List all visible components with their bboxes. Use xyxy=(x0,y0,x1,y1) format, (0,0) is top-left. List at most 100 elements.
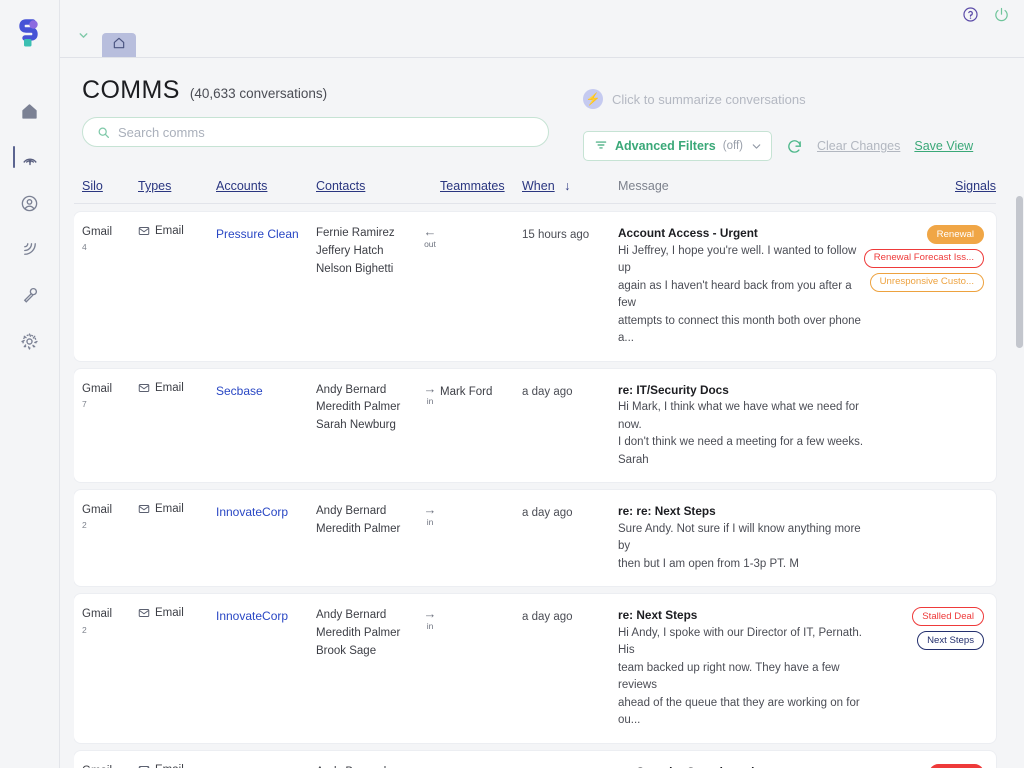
when-label: a day ago xyxy=(522,386,573,398)
home-icon xyxy=(112,36,126,55)
table-row[interactable]: Gmail 4 Email Pressure Clean Fernie Rami… xyxy=(74,212,996,361)
tab-home[interactable] xyxy=(102,33,136,57)
signal-badge[interactable]: Renewal Forecast Iss... xyxy=(864,249,984,268)
silo-name: Gmail xyxy=(82,764,138,768)
sidebar-item-tools[interactable] xyxy=(0,272,60,318)
controls-row: ⚡ Click to summarize conversations Advan… xyxy=(74,105,1010,161)
column-header-accounts[interactable]: Accounts xyxy=(216,179,267,193)
cell-contacts: Andy BernardBrook SageMeredith Palmer xyxy=(316,764,420,768)
when-label: a day ago xyxy=(522,507,573,519)
contact-name: Sarah Newburg xyxy=(316,417,420,435)
cell-direction: → in xyxy=(420,503,440,527)
sidebar-item-home[interactable] xyxy=(0,88,60,134)
direction-label: in xyxy=(427,396,434,406)
cell-silo: Gmail 2 xyxy=(82,607,138,634)
user-circle-icon xyxy=(20,194,39,213)
cell-contacts: Fernie RamirezJeffery HatchNelson Bighet… xyxy=(316,225,420,278)
account-link[interactable]: InnovateCorp xyxy=(216,505,288,519)
filter-actions: Advanced Filters (off) xyxy=(583,131,973,161)
cell-direction: ← out xyxy=(420,764,440,768)
cell-signals: Renewal Renewal Forecast Iss... Unresponsi… xyxy=(864,225,984,292)
silo-name: Gmail xyxy=(82,503,138,517)
column-header-when[interactable]: When xyxy=(522,179,555,193)
cell-direction: → in xyxy=(420,382,440,406)
tab-collapse-chevron[interactable] xyxy=(70,23,96,53)
table-row[interactable]: Gmail 2 Email InnovateCorp Andy BernardM… xyxy=(74,594,996,743)
direction-arrow-icon: → xyxy=(424,503,437,516)
message-subject: re: Next Steps xyxy=(618,607,864,625)
column-header-signals[interactable]: Signals xyxy=(955,179,996,193)
comms-page: COMMS (40,633 conversations) ⚡ xyxy=(60,58,1024,768)
app-logo[interactable] xyxy=(13,18,47,52)
home-icon xyxy=(20,102,39,121)
chevron-down-icon[interactable] xyxy=(750,140,763,153)
list-scrollbar[interactable] xyxy=(1015,196,1023,768)
wrench-icon xyxy=(21,286,39,304)
cell-account: Pressure Clean xyxy=(216,225,316,243)
contact-name: Andy Bernard xyxy=(316,382,420,400)
cell-silo: Gmail 4 xyxy=(82,225,138,252)
cell-types: Email xyxy=(138,225,216,237)
table-row[interactable]: Gmail 7 Email Secbase Andy BernardMeredi… xyxy=(74,369,996,483)
cell-when: a day ago xyxy=(522,503,618,521)
refresh-icon[interactable] xyxy=(786,138,803,155)
signal-badge[interactable]: Next Steps xyxy=(917,631,984,650)
cell-contacts: Andy BernardMeredith PalmerSarah Newburg xyxy=(316,382,420,435)
cell-types: Email xyxy=(138,503,216,515)
signal-badge[interactable]: Security xyxy=(929,764,984,768)
cell-contacts: Andy BernardMeredith PalmerBrook Sage xyxy=(316,607,420,660)
cell-signals: Stalled Deal Next Steps xyxy=(864,607,984,650)
top-bar-actions xyxy=(962,6,1010,28)
message-subject: Account Access - Urgent xyxy=(618,225,864,243)
signal-badge[interactable]: Renewal xyxy=(927,225,984,244)
cell-types: Email xyxy=(138,764,216,768)
column-header-teammates[interactable]: Teammates xyxy=(440,179,505,193)
silo-count: 2 xyxy=(82,625,138,635)
signal-badge[interactable]: Unresponsive Custo... xyxy=(870,273,984,292)
sort-descending-icon[interactable]: ↓ xyxy=(564,179,570,193)
table-row[interactable]: Gmail 2 Email InnovateCorp Andy BernardB… xyxy=(74,751,996,768)
cell-account: InnovateCorp xyxy=(216,607,316,625)
sidebar-item-contacts[interactable] xyxy=(0,180,60,226)
message-subject: re: re: Next Steps xyxy=(618,503,864,521)
summarize-conversations-button[interactable]: ⚡ Click to summarize conversations xyxy=(583,89,973,109)
silo-name: Gmail xyxy=(82,225,138,239)
conversation-list[interactable]: Gmail 4 Email Pressure Clean Fernie Rami… xyxy=(74,204,1010,768)
cell-account: Secbase xyxy=(216,382,316,400)
type-label: Email xyxy=(155,382,184,394)
message-preview-line: again as I haven't heard back from you a… xyxy=(618,278,864,313)
type-label: Email xyxy=(155,503,184,515)
direction-label: in xyxy=(427,517,434,527)
sidebar-item-signals[interactable] xyxy=(0,226,60,272)
sidebar-item-comms[interactable] xyxy=(0,134,60,180)
account-link[interactable]: Secbase xyxy=(216,384,263,398)
when-label: 15 hours ago xyxy=(522,229,589,241)
message-preview-line: then but I am open from 1-3p PT. M xyxy=(618,556,864,573)
search-input[interactable] xyxy=(118,125,534,140)
cell-message: re: IT/Security Docs Hi Mark, I think wh… xyxy=(618,382,864,470)
column-header-silo[interactable]: Silo xyxy=(82,179,103,193)
scrollbar-thumb[interactable] xyxy=(1016,196,1023,348)
contact-name: Andy Bernard xyxy=(316,764,420,768)
message-preview-line: attempts to connect this month both over… xyxy=(618,313,864,348)
power-icon[interactable] xyxy=(993,6,1010,28)
column-header-contacts[interactable]: Contacts xyxy=(316,179,365,193)
cell-when: 2 days ago xyxy=(522,764,618,768)
sidebar-item-settings[interactable] xyxy=(0,318,60,364)
column-header-types[interactable]: Types xyxy=(138,179,171,193)
cell-contacts: Andy BernardMeredith Palmer xyxy=(316,503,420,539)
table-row[interactable]: Gmail 2 Email InnovateCorp Andy BernardM… xyxy=(74,490,996,586)
cell-message: re: re: Next Steps Sure Andy. Not sure i… xyxy=(618,503,864,573)
conversation-count: (40,633 conversations) xyxy=(190,86,327,101)
advanced-filters-button[interactable]: Advanced Filters (off) xyxy=(583,131,772,161)
contact-name: Andy Bernard xyxy=(316,503,420,521)
main-area: COMMS (40,633 conversations) ⚡ xyxy=(60,0,1024,768)
account-link[interactable]: InnovateCorp xyxy=(216,609,288,623)
search-comms-box[interactable] xyxy=(82,117,549,147)
signal-badge[interactable]: Stalled Deal xyxy=(912,607,984,626)
save-view-link[interactable]: Save View xyxy=(914,139,973,153)
clear-changes-link[interactable]: Clear Changes xyxy=(817,139,900,153)
account-link[interactable]: Pressure Clean xyxy=(216,227,299,241)
top-bar xyxy=(60,0,1024,58)
help-circle-icon[interactable] xyxy=(962,6,979,28)
